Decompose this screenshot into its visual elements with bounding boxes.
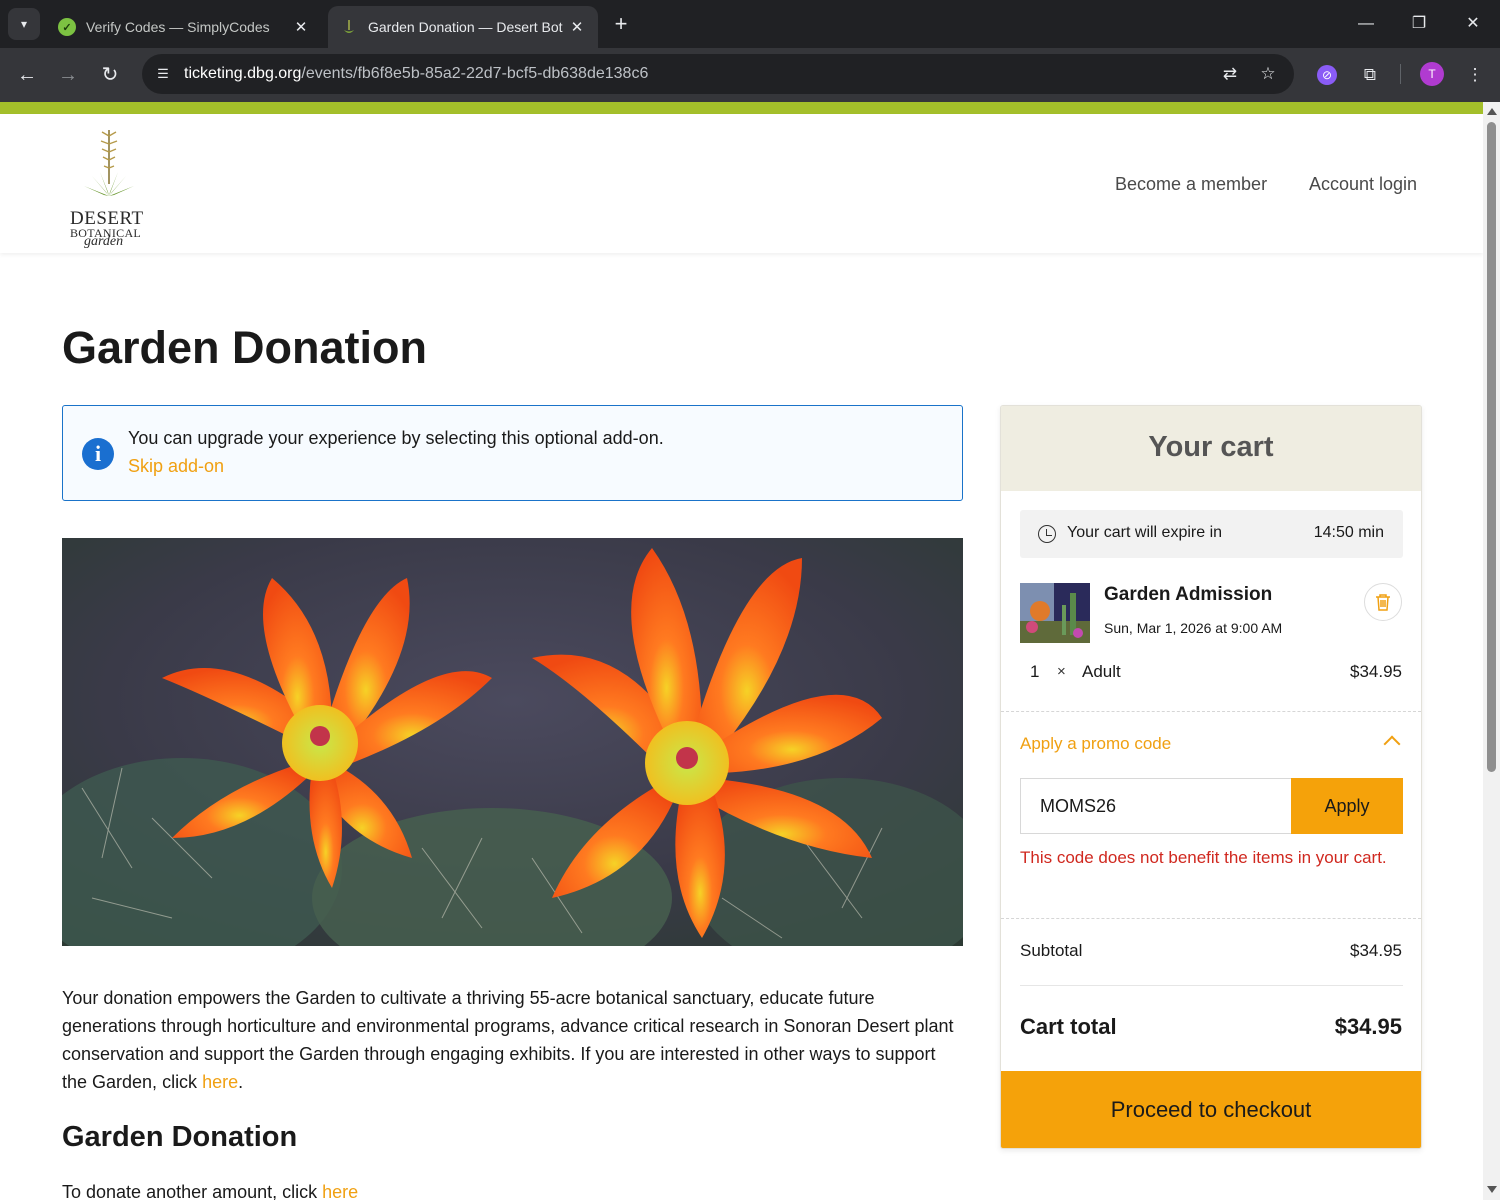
donation-description: Your donation empowers the Garden to cul… xyxy=(62,988,954,1092)
divider xyxy=(1001,918,1421,919)
agave-logo-icon xyxy=(84,130,134,196)
tab-search-button[interactable]: ▾ xyxy=(8,8,40,40)
tab-garden-donation[interactable]: Garden Donation — Desert Bot ✕ xyxy=(328,6,598,48)
toolbar-divider xyxy=(1400,64,1401,84)
promo-code-toggle[interactable]: Apply a promo code xyxy=(1020,734,1171,754)
cart-total-label: Cart total xyxy=(1020,1014,1117,1039)
simplycodes-favicon-icon: ✓ xyxy=(58,18,76,36)
tab-verify-codes[interactable]: ✓ Verify Codes — SimplyCodes ✕ xyxy=(46,6,322,48)
page-scrollbar[interactable] xyxy=(1483,102,1500,1200)
forward-arrow-icon[interactable]: → xyxy=(53,60,83,90)
close-icon[interactable]: ✕ xyxy=(568,18,586,36)
become-member-link[interactable]: Become a member xyxy=(1115,174,1267,195)
ticket-type: Adult xyxy=(1082,662,1121,681)
multiply-symbol: × xyxy=(1057,663,1066,680)
cart-item-date: Sun, Mar 1, 2026 at 9:00 AM xyxy=(1104,620,1283,636)
remove-item-button[interactable] xyxy=(1364,583,1402,621)
apply-promo-button[interactable]: Apply xyxy=(1291,778,1403,834)
chevron-up-icon[interactable] xyxy=(1383,735,1401,753)
info-icon: i xyxy=(82,438,114,470)
reload-icon[interactable]: ↻ xyxy=(95,60,125,90)
site-info-icon[interactable]: ☰ xyxy=(152,63,174,85)
close-icon[interactable]: ✕ xyxy=(292,18,310,36)
url-text[interactable]: ticketing.dbg.org/events/fb6f8e5b-85a2-2… xyxy=(184,65,648,83)
cart-title: Your cart xyxy=(1148,431,1274,463)
more-menu-icon[interactable]: ⋮ xyxy=(1462,62,1488,88)
profile-avatar[interactable]: T xyxy=(1420,62,1444,86)
extensions-puzzle-icon[interactable]: ⧉ xyxy=(1357,62,1383,88)
divider xyxy=(1001,711,1421,712)
browser-toolbar: ← → ↻ ☰ ticketing.dbg.org/events/fb6f8e5… xyxy=(0,48,1500,102)
desert-botanical-garden-logo[interactable]: DESERT BOTANICAL garden xyxy=(66,126,154,249)
scroll-up-arrow-icon[interactable] xyxy=(1487,108,1497,115)
extension-simplycodes-icon[interactable]: ⊘ xyxy=(1317,65,1337,85)
subtotal-value: $34.95 xyxy=(1350,941,1402,960)
promo-code-input[interactable] xyxy=(1020,778,1291,834)
expiry-label: Your cart will expire in xyxy=(1067,524,1223,541)
back-arrow-icon[interactable]: ← xyxy=(12,60,42,90)
cart-header: Your cart xyxy=(1001,406,1421,491)
translate-icon[interactable]: ⇄ xyxy=(1218,62,1242,86)
restore-icon[interactable]: ❐ xyxy=(1403,10,1435,38)
logo-text-garden: garden xyxy=(84,234,124,249)
close-window-icon[interactable]: ✕ xyxy=(1457,10,1489,38)
divider xyxy=(1020,985,1403,986)
site-header: DESERT BOTANICAL garden Become a member … xyxy=(0,114,1483,253)
expiry-value: 14:50 min xyxy=(1313,524,1384,541)
trash-icon xyxy=(1376,594,1390,611)
dbg-favicon-icon xyxy=(340,18,358,36)
cart-item-name: Garden Admission xyxy=(1104,584,1273,605)
promo-error-message: This code does not benefit the items in … xyxy=(1020,848,1387,867)
cactus-flower-hero-image xyxy=(62,538,963,946)
garden-admission-thumbnail xyxy=(1020,583,1090,643)
tab-title: Verify Codes — SimplyCodes xyxy=(86,19,270,35)
accent-bar xyxy=(0,102,1483,114)
another-amount-text: To donate another amount, click here xyxy=(62,1182,359,1200)
other-ways-here-link[interactable]: here xyxy=(202,1072,238,1092)
tab-strip: ▾ ✓ Verify Codes — SimplyCodes ✕ Garden … xyxy=(0,0,1500,48)
page-title: Garden Donation xyxy=(62,322,428,373)
ticket-quantity: 1 xyxy=(1030,662,1040,681)
proceed-to-checkout-button[interactable]: Proceed to checkout xyxy=(1001,1071,1421,1148)
addon-info-alert: i You can upgrade your experience by sel… xyxy=(62,405,963,501)
skip-addon-link[interactable]: Skip add-on xyxy=(128,456,224,477)
cart-panel: Your cart Your cart will expire in 14:50… xyxy=(1000,405,1422,1149)
account-login-link[interactable]: Account login xyxy=(1309,174,1417,195)
cart-expiry-timer: Your cart will expire in 14:50 min xyxy=(1020,510,1403,558)
another-amount-here-link[interactable]: here xyxy=(322,1182,358,1200)
chevron-down-icon: ▾ xyxy=(20,17,28,31)
minimize-icon[interactable]: — xyxy=(1350,10,1382,38)
info-message: You can upgrade your experience by selec… xyxy=(128,428,664,448)
tab-title: Garden Donation — Desert Bot xyxy=(368,19,563,35)
subtotal-label: Subtotal xyxy=(1020,941,1083,960)
ticket-price: $34.95 xyxy=(1350,662,1402,681)
bookmark-star-icon[interactable]: ☆ xyxy=(1256,62,1280,86)
scrollbar-thumb[interactable] xyxy=(1487,122,1496,772)
clock-icon xyxy=(1038,525,1056,543)
new-tab-plus-icon[interactable]: + xyxy=(608,12,634,38)
cart-total-value: $34.95 xyxy=(1334,1014,1402,1039)
section-title: Garden Donation xyxy=(62,1121,298,1153)
address-bar[interactable]: ☰ ticketing.dbg.org/events/fb6f8e5b-85a2… xyxy=(142,54,1294,94)
scroll-down-arrow-icon[interactable] xyxy=(1487,1186,1497,1193)
